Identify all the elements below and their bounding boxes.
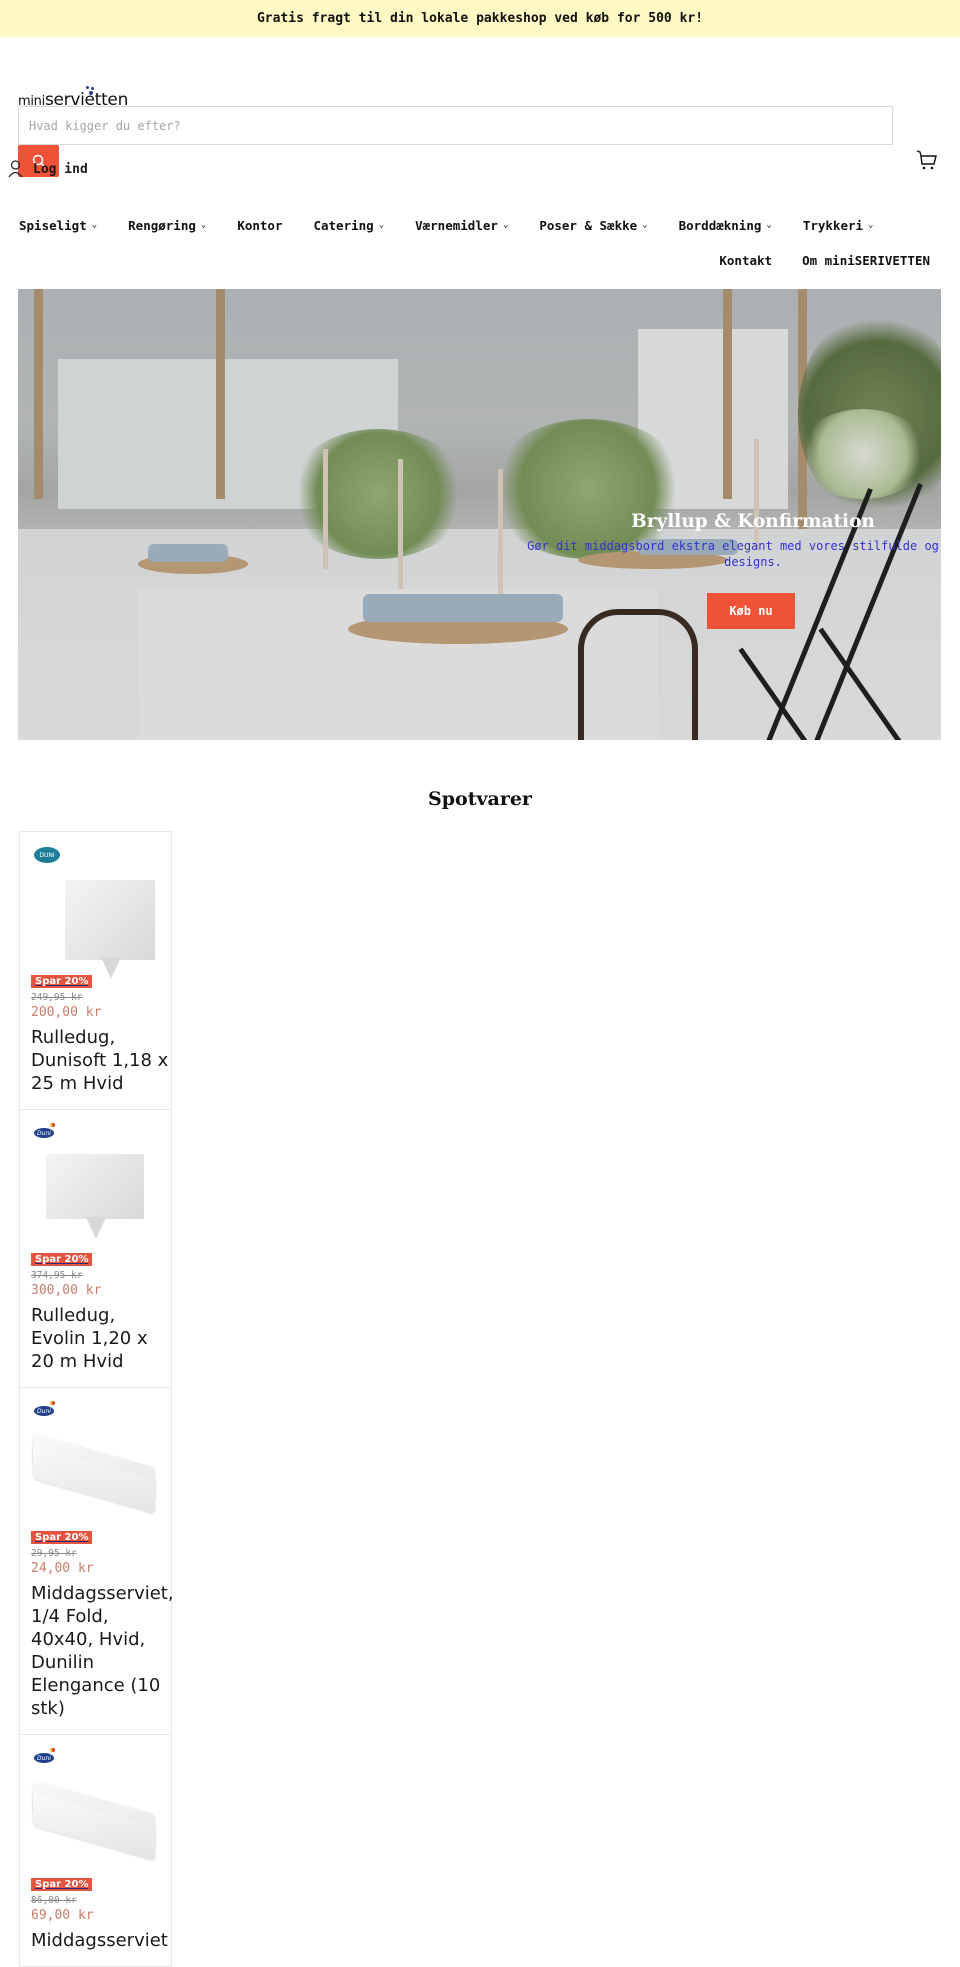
search-input[interactable] [18,106,893,145]
product-title[interactable]: Rulledug, Dunisoft 1,18 x 25 m Hvid [31,1026,171,1095]
nav-item-spiseligt[interactable]: Spiseligt ⌄ [19,218,97,233]
product-image: DUNI [31,844,156,979]
brand-logo-icon: Duni [34,1123,55,1138]
discount-badge: Spar 20% [31,1878,93,1891]
main-navigation: Spiseligt ⌄ Rengøring ⌄ Kontor Catering ⌄ V… [0,210,960,269]
discount-badge: Spar 20% [31,975,93,988]
hero-subtitle-line: designs. [724,555,782,569]
chevron-down-icon: ⌄ [766,220,772,230]
sale-price: 24,00 kr [31,1561,94,1576]
product-image: Duni [31,1747,156,1872]
nav-item-kontor[interactable]: Kontor [237,218,282,233]
discount-badge: Spar 20% [31,1253,93,1266]
nav-item-kontakt[interactable]: Kontakt [719,253,772,268]
nav-label: Rengøring [128,217,196,233]
nav-item-rengoring[interactable]: Rengøring ⌄ [128,218,206,233]
nav-label: Poser & Sække [539,217,638,233]
user-icon [8,160,23,178]
cart-icon[interactable] [916,150,938,170]
section-title: Spotvarer [428,788,532,810]
nav-label: Spiseligt [19,217,87,233]
nav-label: Borddækning [678,217,762,233]
hero-banner[interactable]: Bryllup & Konfirmation Gør dit middagsbo… [18,289,941,740]
nav-label: Kontakt [719,253,773,268]
product-title[interactable]: Rulledug, Evolin 1,20 x 20 m Hvid [31,1304,171,1373]
sale-price: 300,00 kr [31,1283,102,1298]
product-image: Duni [31,1122,156,1247]
buy-now-button[interactable]: Køb nu [707,593,795,629]
brand-logo-icon: DUNI [34,847,60,863]
nav-item-trykkeri[interactable]: Trykkeri ⌄ [803,218,874,233]
chevron-down-icon: ⌄ [378,220,385,230]
nav-label: Kontor [237,217,283,233]
nav-item-catering[interactable]: Catering ⌄ [313,218,384,233]
product-title[interactable]: Middagsserviet, 1/4 Fold, 40x40, Hvid, D… [31,1582,174,1720]
product-card[interactable]: Duni Spar 20% 374,95 kr 300,00 kr Rulled… [19,1109,172,1388]
hero-subtitle: Gør dit middagsbord ekstra elegant med v… [498,538,941,570]
brand-logo-icon: Duni [34,1748,55,1763]
chevron-down-icon: ⌄ [502,220,509,230]
hero-content: Bryllup & Konfirmation Gør dit middagsbo… [498,511,941,629]
chevron-down-icon: ⌄ [200,220,207,230]
discount-badge: Spar 20% [31,1531,93,1544]
original-price: 86,00 kr [31,1895,77,1906]
announcement-text: Gratis fragt til din lokale pakkeshop ve… [256,11,704,26]
product-card[interactable]: DUNI Spar 20% 249,95 kr 200,00 kr Rulled… [19,831,172,1110]
login-link[interactable]: Log ind [8,160,88,178]
announcement-bar: Gratis fragt til din lokale pakkeshop ve… [0,0,960,37]
product-card[interactable]: Duni Spar 20% 29,95 kr 24,00 kr Middagss… [19,1387,174,1735]
nav-label: Catering [313,217,374,233]
nav-item-poser-saekke[interactable]: Poser & Sække ⌄ [539,218,647,233]
login-label: Log ind [33,161,88,177]
product-image: Duni [31,1400,156,1525]
nav-label: Trykkeri [802,217,864,233]
original-price: 374,95 kr [31,1270,83,1281]
brand-logo-icon: Duni [34,1401,55,1416]
original-price: 29,95 kr [31,1548,77,1559]
product-card[interactable]: Duni Spar 20% 86,00 kr 69,00 kr Middagss… [19,1734,172,1967]
nav-label: Om miniSERIVETTEN [802,253,930,268]
nav-item-borddaekning[interactable]: Borddækning ⌄ [679,218,772,233]
chevron-down-icon: ⌄ [642,220,648,230]
nav-item-vaernemidler[interactable]: Værnemidler ⌄ [415,218,508,233]
hero-title: Bryllup & Konfirmation [631,511,875,532]
product-title[interactable]: Middagsserviet [31,1929,171,1952]
sale-price: 69,00 kr [31,1908,94,1923]
original-price: 249,95 kr [31,992,83,1003]
chevron-down-icon: ⌄ [91,220,98,230]
hero-subtitle-line: Gør dit middagsbord ekstra elegant med v… [527,539,939,553]
product-list: DUNI Spar 20% 249,95 kr 200,00 kr Rulled… [19,831,174,1967]
primary-nav: Spiseligt ⌄ Rengøring ⌄ Kontor Catering ⌄ V… [0,210,960,240]
chevron-down-icon: ⌄ [868,220,874,230]
site-header: miniservietten [0,37,960,177]
nav-item-om[interactable]: Om miniSERIVETTEN [802,253,930,268]
nav-label: Værnemidler [415,217,498,233]
secondary-nav: Kontakt Om miniSERIVETTEN [719,253,930,268]
sale-price: 200,00 kr [31,1005,102,1020]
logo-dots-icon [84,86,98,96]
